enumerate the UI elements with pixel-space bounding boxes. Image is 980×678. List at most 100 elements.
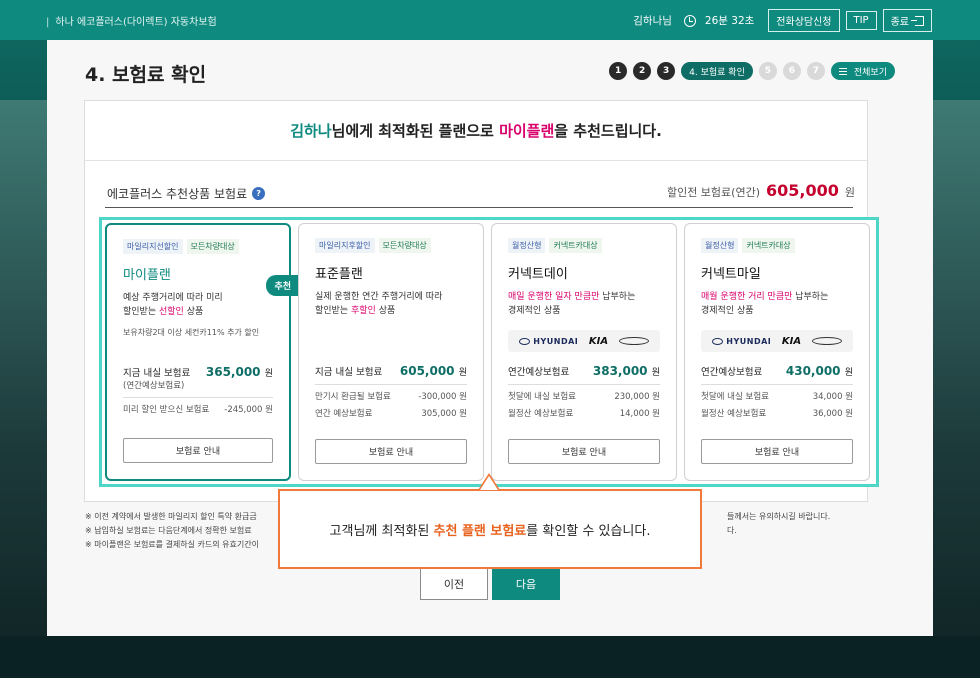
genesis-logo-icon bbox=[618, 337, 649, 345]
connected-car-brands: HYUNDAI KIA bbox=[508, 330, 660, 352]
main-premium-label: 지금 내실 보험료 bbox=[315, 367, 383, 378]
kia-logo: KIA bbox=[588, 335, 609, 347]
plan-description: 매일 운행한 일자 만큼만 납부하는 경제적인 상품 bbox=[508, 290, 660, 320]
tooltip-arrow bbox=[478, 473, 500, 490]
detail-label: 월정산 예상보험료 bbox=[701, 409, 767, 419]
plan-desc-text: 할인받는 bbox=[315, 306, 351, 316]
tooltip-text: 를 확인할 수 있습니다. bbox=[526, 523, 651, 539]
detail-label: 미리 할인 받으신 보험료 bbox=[123, 405, 210, 415]
prev-button[interactable]: 이전 bbox=[420, 568, 488, 600]
plan-card-connect-day[interactable]: 월정산형 커넥트카대상 커넥트데이 매일 운행한 일자 만큼만 납부하는 경제적… bbox=[491, 223, 677, 481]
notice-item: ※ 이전 계약에서 발생한 마일리지 할인 특약 환급금 bbox=[85, 512, 257, 521]
card-divider bbox=[701, 384, 853, 385]
detail-value: 36,000 원 bbox=[812, 409, 853, 419]
premium-info-button[interactable]: 보험료 안내 bbox=[508, 439, 660, 464]
card-divider bbox=[508, 384, 660, 385]
premium-unit: 원 bbox=[844, 186, 855, 199]
hyundai-emblem-icon bbox=[519, 337, 531, 345]
tip-button[interactable]: TIP bbox=[845, 11, 877, 30]
main-premium-unit: 원 bbox=[458, 368, 467, 378]
main-premium-value: 605,000 원 bbox=[400, 364, 467, 378]
plan-card-connect-mile[interactable]: 월정산형 커넥트카대상 커넥트마일 매월 운행한 거리 만큼만 납부하는 경제적… bbox=[684, 223, 870, 481]
card-divider bbox=[315, 384, 467, 385]
card-tag: 마일리지선할인 bbox=[123, 239, 183, 254]
premium-label: 할인전 보험료(연간) bbox=[666, 186, 760, 199]
detail-label: 만기시 환급될 보험료 bbox=[315, 392, 391, 402]
plan-desc-line-2: 경제적인 상품 bbox=[701, 306, 754, 316]
card-tags: 마일리지선할인 모든차량대상 bbox=[123, 239, 273, 254]
plan-desc-highlight: 매월 운행한 거리 만큼만 bbox=[701, 292, 793, 302]
card-tag: 모든차량대상 bbox=[186, 239, 239, 254]
main-premium-value: 365,000 원 bbox=[206, 365, 273, 379]
view-all-label: 전체보기 bbox=[853, 67, 887, 78]
next-button[interactable]: 다음 bbox=[492, 568, 560, 600]
plan-name: 커넥트마일 bbox=[701, 267, 761, 282]
plan-name: 표준플랜 bbox=[315, 267, 363, 282]
genesis-logo-icon bbox=[811, 337, 842, 345]
card-tag: 커넥트카대상 bbox=[742, 238, 795, 253]
kia-logo: KIA bbox=[781, 335, 802, 347]
plan-desc-line-1: 실제 운행한 연간 주행거리에 따라 bbox=[315, 292, 443, 302]
main-premium-value: 430,000 원 bbox=[786, 364, 853, 378]
top-bar-actions: 김하나님 26분 32초 전화상담신청 TIP 종료 bbox=[633, 9, 932, 32]
plan-desc-line-1: 매일 운행한 일자 만큼만 납부하는 bbox=[508, 290, 660, 304]
premium-amount: 605,000 bbox=[766, 181, 839, 200]
plan-desc-line-2: 할인받는 선할인 상품 bbox=[123, 305, 273, 319]
background-bottom bbox=[0, 636, 980, 678]
premium-info-button[interactable]: 보험료 안내 bbox=[701, 439, 853, 464]
premium-info-button[interactable]: 보험료 안내 bbox=[123, 438, 273, 463]
notice-item: 들께서는 유의하시길 바랍니다. bbox=[727, 512, 831, 521]
content-box: 김하나 님에게 최적화된 플랜으로 마이플랜 을 추천드립니다. 에코플러스 추… bbox=[84, 100, 879, 502]
notice-item: 다. bbox=[727, 526, 737, 535]
top-bar: 하나 에코플러스(다이렉트) 자동차보험 김하나님 26분 32초 전화상담신청… bbox=[0, 0, 980, 40]
plan-card-standard-plan[interactable]: 마일리지후할인 모든차량대상 표준플랜 실제 운행한 연간 주행거리에 따라 할… bbox=[298, 223, 484, 481]
view-all-steps-button[interactable]: 전체보기 bbox=[830, 62, 895, 80]
step-5: 5 bbox=[758, 62, 777, 80]
clock-icon bbox=[683, 14, 696, 27]
plan-desc-line-1: 매월 운행한 거리 만큼만 납부하는 bbox=[701, 290, 853, 304]
plan-desc-text: 상품 bbox=[183, 307, 204, 317]
guide-tooltip: 고객님께 최적화된 추천 플랜 보험료 를 확인할 수 있습니다. bbox=[278, 489, 702, 569]
plan-description: 매월 운행한 거리 만큼만 납부하는 경제적인 상품 bbox=[701, 290, 853, 320]
plan-desc-text: 납부하는 bbox=[599, 292, 636, 302]
main-premium-unit: 원 bbox=[844, 368, 853, 378]
plan-desc-line-1: 예상 주행거리에 따라 미리 bbox=[123, 293, 223, 303]
tooltip-highlight: 추천 플랜 보험료 bbox=[433, 523, 527, 539]
plan-detail-row: 첫달에 내실 보험료 34,000 원 bbox=[701, 389, 853, 406]
pre-discount-premium: 할인전 보험료(연간) 605,000 원 bbox=[667, 181, 855, 200]
hyundai-emblem-icon bbox=[712, 337, 724, 345]
headline-text-2: 을 추천드립니다. bbox=[554, 122, 662, 140]
main-premium-unit: 원 bbox=[651, 368, 660, 378]
service-name: 하나 에코플러스(다이렉트) 자동차보험 bbox=[46, 13, 216, 28]
detail-label: 첫달에 내실 보험료 bbox=[701, 392, 769, 402]
detail-label: 월정산 예상보험료 bbox=[508, 409, 574, 419]
main-premium-amount: 365,000 bbox=[205, 365, 261, 379]
premium-info-button[interactable]: 보험료 안내 bbox=[315, 439, 467, 464]
plan-desc-highlight: 선할인 bbox=[158, 307, 184, 317]
plan-main-premium: 지금 내실 보험료 365,000 원 bbox=[123, 365, 273, 379]
exit-button[interactable]: 종료 bbox=[882, 9, 932, 32]
plan-card-my-plan[interactable]: 마일리지선할인 모든차량대상 마이플랜 예상 주행거리에 따라 미리 할인받는 … bbox=[105, 223, 299, 481]
section-title-label: 에코플러스 추천상품 보험료 bbox=[107, 187, 248, 201]
plan-description: 예상 주행거리에 따라 미리 할인받는 선할인 상품 bbox=[123, 291, 273, 321]
main-premium-label: 지금 내실 보험료 bbox=[123, 368, 191, 379]
exit-label: 종료 bbox=[890, 17, 909, 28]
notice-item: ※ 마이플랜은 보험료를 결제하실 카드의 유효기간이 bbox=[85, 540, 259, 549]
call-request-button[interactable]: 전화상담신청 bbox=[768, 9, 840, 32]
detail-value: 230,000 원 bbox=[614, 392, 660, 402]
main-premium-sub: (연간예상보험료) bbox=[123, 381, 185, 391]
plan-cards-highlight: 마일리지선할인 모든차량대상 마이플랜 예상 주행거리에 따라 미리 할인받는 … bbox=[99, 217, 879, 487]
step-6: 6 bbox=[782, 62, 801, 80]
plan-extra-discount: 보유차량2대 이상 세컨카11% 추가 할인 bbox=[123, 328, 260, 337]
hyundai-logo: HYUNDAI bbox=[519, 337, 578, 346]
main-premium-unit: 원 bbox=[264, 369, 273, 379]
recommendation-headline: 김하나 님에게 최적화된 플랜으로 마이플랜 을 추천드립니다. bbox=[85, 101, 867, 161]
card-tag: 커넥트카대상 bbox=[549, 238, 602, 253]
help-icon[interactable]: ? bbox=[252, 187, 266, 200]
detail-value: -245,000 원 bbox=[224, 405, 273, 415]
hyundai-logo: HYUNDAI bbox=[712, 337, 771, 346]
step-3: 3 bbox=[657, 62, 676, 80]
main-premium-label: 연간예상보험료 bbox=[701, 367, 763, 378]
plan-detail-row: 월정산 예상보험료 14,000 원 bbox=[508, 406, 660, 423]
detail-value: 34,000 원 bbox=[812, 392, 853, 402]
